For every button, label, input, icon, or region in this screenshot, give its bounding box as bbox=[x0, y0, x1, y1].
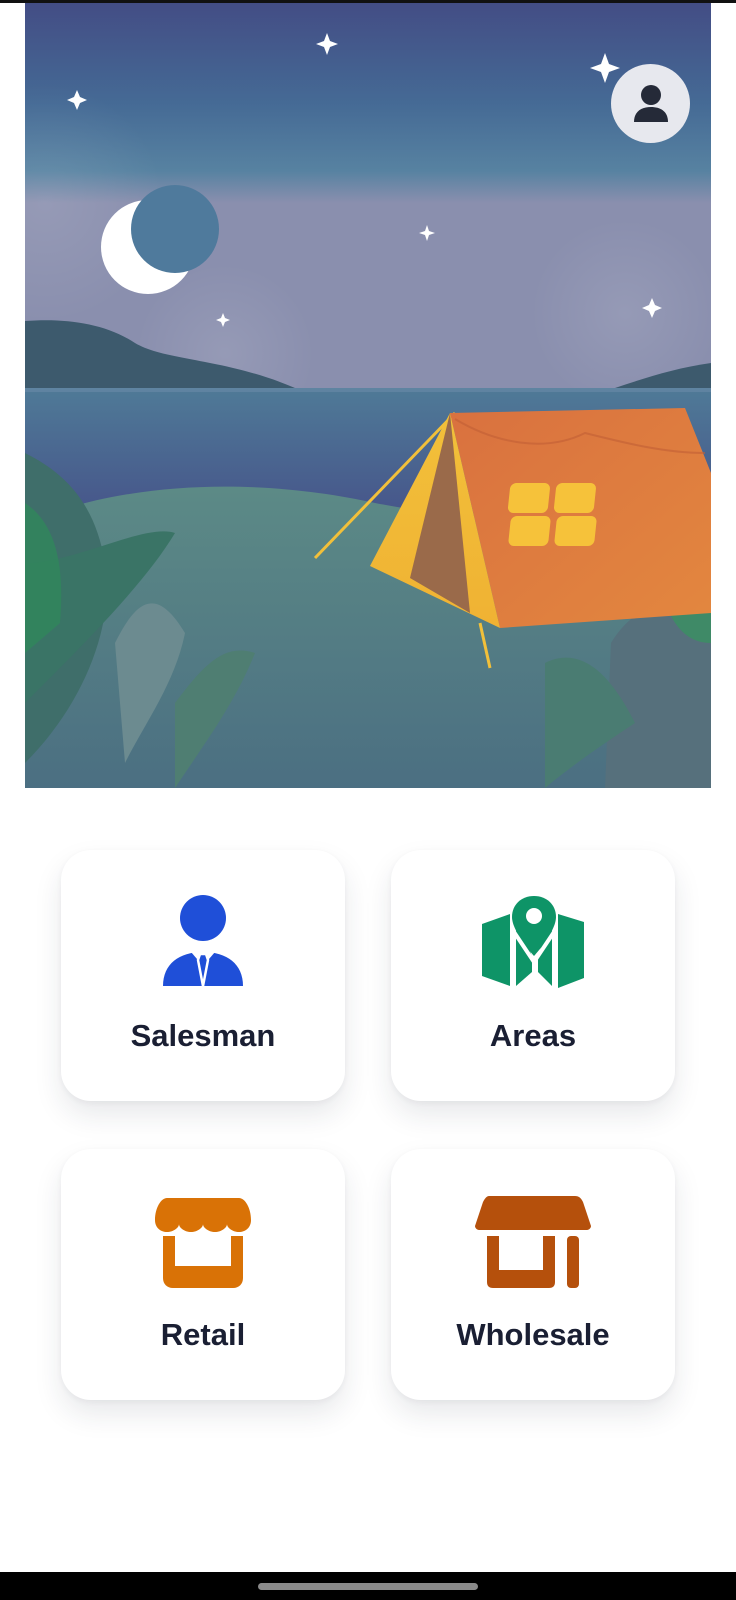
home-indicator[interactable] bbox=[258, 1583, 478, 1590]
retail-store-icon bbox=[143, 1191, 263, 1291]
areas-card[interactable]: Areas bbox=[391, 850, 675, 1101]
wholesale-card[interactable]: Wholesale bbox=[391, 1149, 675, 1400]
tile-label-areas: Areas bbox=[489, 1018, 577, 1053]
salesman-icon bbox=[143, 892, 263, 992]
salesman-card[interactable]: Salesman bbox=[61, 850, 345, 1101]
wholesale-store-icon bbox=[473, 1191, 593, 1291]
tile-label-retail: Retail bbox=[160, 1317, 246, 1352]
tile-label-salesman: Salesman bbox=[130, 1018, 276, 1053]
tile-label-wholesale: Wholesale bbox=[456, 1317, 610, 1352]
map-pin-icon bbox=[473, 892, 593, 992]
user-icon bbox=[633, 84, 668, 122]
hero-illustration bbox=[25, 3, 711, 788]
retail-card[interactable]: Retail bbox=[61, 1149, 345, 1400]
profile-button[interactable] bbox=[611, 64, 690, 143]
night-camping-illustration bbox=[25, 3, 711, 788]
home-screen: Salesman Areas Retail Wholesale bbox=[0, 0, 736, 1600]
